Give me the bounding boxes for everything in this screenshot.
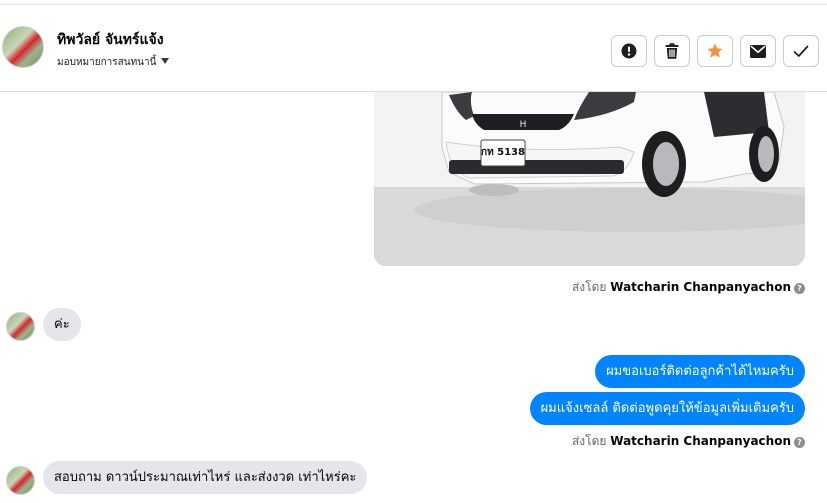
sent-by-prefix: ส่งโดย <box>571 434 607 448</box>
star-icon <box>707 43 723 58</box>
mark-done-button[interactable] <box>783 35 819 67</box>
checkmark-icon <box>793 45 809 57</box>
car-photo-attachment[interactable]: H กท 5138 <box>374 92 805 266</box>
incoming-message[interactable]: ค่ะ <box>43 308 81 341</box>
help-icon[interactable]: ? <box>794 283 805 294</box>
trash-icon <box>665 43 679 59</box>
exclamation-circle-icon <box>621 43 637 59</box>
caret-down-icon <box>161 58 170 64</box>
contact-avatar[interactable] <box>2 26 44 68</box>
sent-by-prefix: ส่งโดย <box>571 280 607 294</box>
star-button[interactable] <box>697 35 733 67</box>
outgoing-message[interactable]: ผมแจ้งเซลล์ ติดต่อพูดคุยให้ข้อมูลเพิ่มเต… <box>529 392 805 425</box>
help-icon[interactable]: ? <box>794 437 805 448</box>
delete-button[interactable] <box>654 35 690 67</box>
mark-unread-button[interactable] <box>740 35 776 67</box>
contact-avatar-small[interactable] <box>6 466 35 495</box>
outgoing-message[interactable]: ผมขอเบอร์ติดต่อลูกค้าได้ไหมครับ <box>595 355 805 388</box>
report-spam-button[interactable] <box>611 35 647 67</box>
license-plate: กท 5138 <box>481 147 525 158</box>
sender-name[interactable]: Watcharin Chanpanyachon <box>610 434 791 448</box>
sent-by-label: ส่งโดย Watcharin Chanpanyachon? <box>572 278 805 297</box>
contact-name[interactable]: ทิพวัลย์ จันทร์แจ้ง <box>57 29 164 51</box>
sent-by-label: ส่งโดย Watcharin Chanpanyachon? <box>572 432 805 451</box>
incoming-message[interactable]: สอบถาม ดาวน์ประมาณเท่าไหร่ และส่งงวด เท่… <box>43 461 368 494</box>
conversation-header: ทิพวัลย์ จันทร์แจ้ง มอบหมายการสนทนานี้ <box>0 5 827 92</box>
assign-label: มอบหมายการสนทนานี้ <box>57 57 157 68</box>
car-image: H กท 5138 <box>374 92 805 266</box>
sender-name[interactable]: Watcharin Chanpanyachon <box>610 280 791 294</box>
assign-conversation-dropdown[interactable]: มอบหมายการสนทนานี้ <box>57 55 170 70</box>
envelope-icon <box>750 44 766 58</box>
contact-avatar-small[interactable] <box>6 312 35 341</box>
svg-text:H: H <box>520 120 527 130</box>
